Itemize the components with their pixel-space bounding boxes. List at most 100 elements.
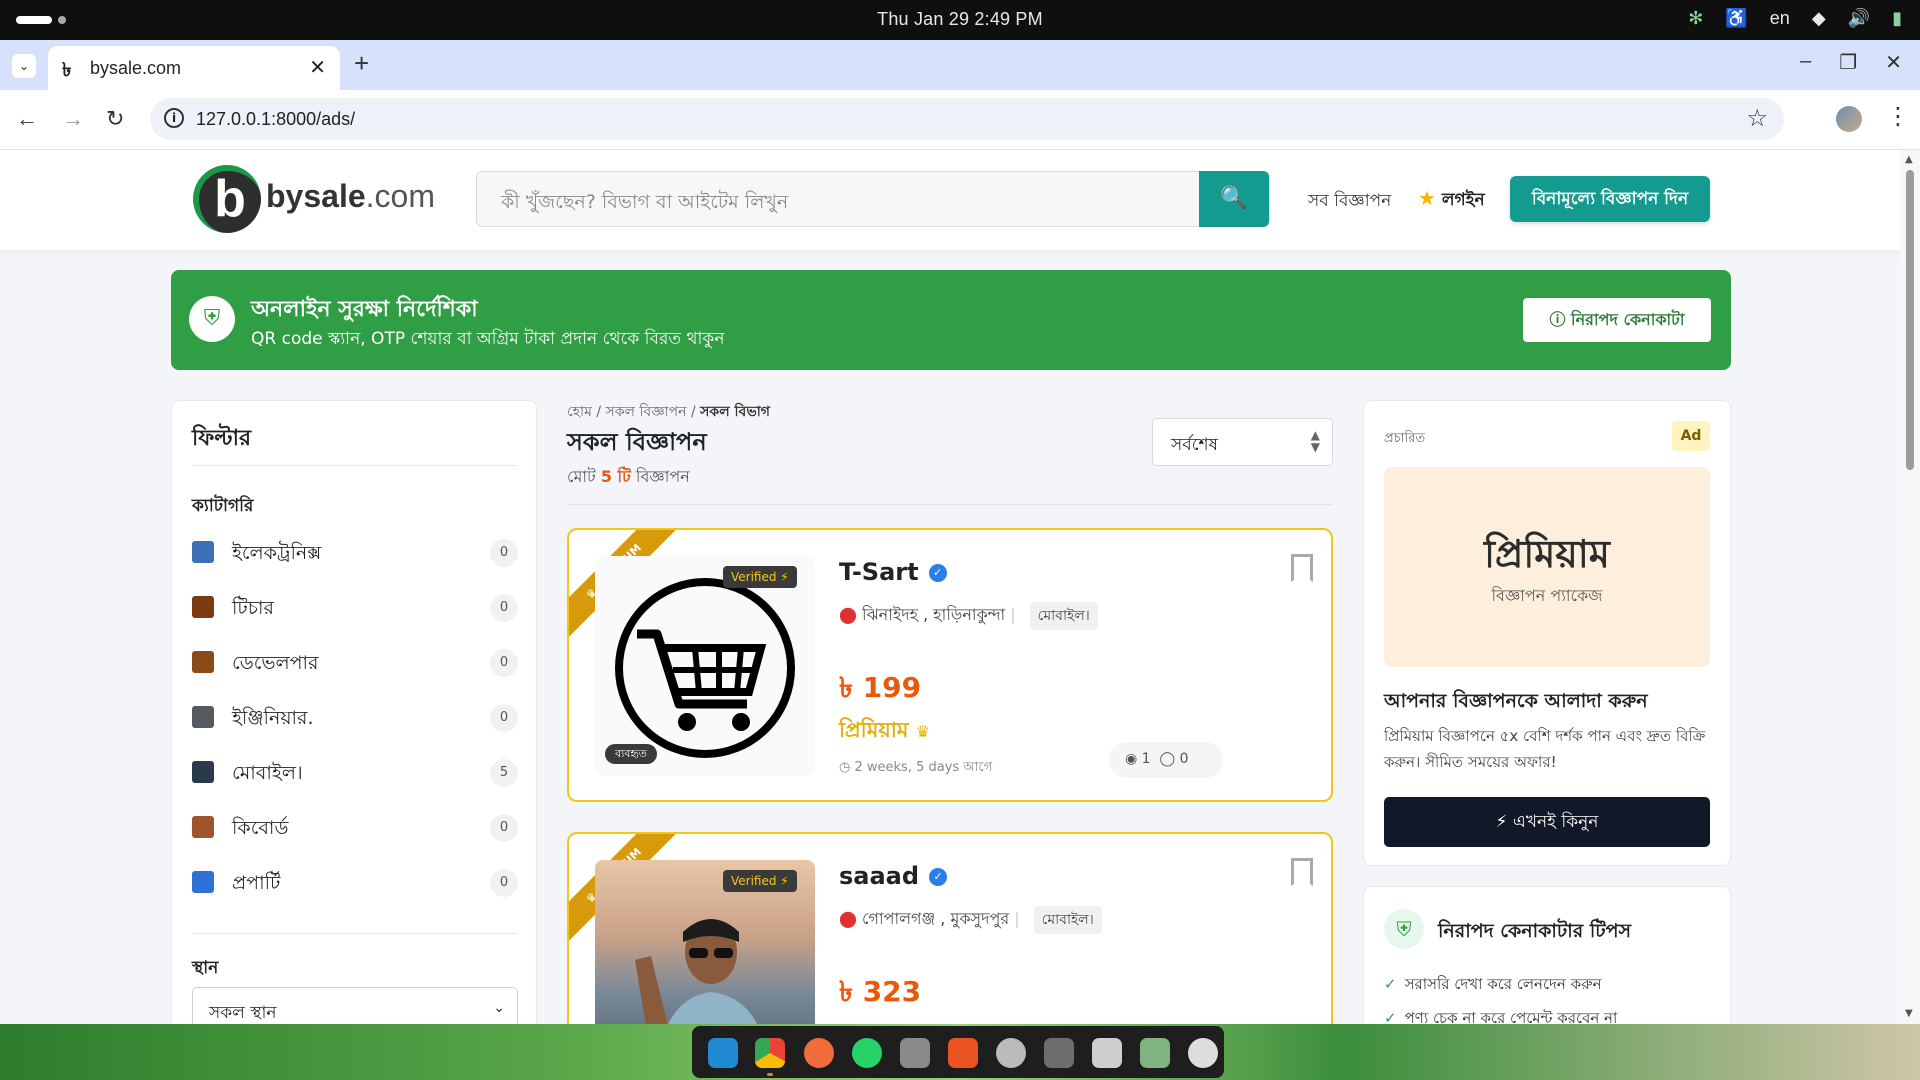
shopping-cart-icon xyxy=(615,578,795,758)
files-icon[interactable] xyxy=(900,1038,930,1068)
safe-shopping-label: নিরাপদ কেনাকাটা xyxy=(1571,310,1685,329)
wifi-icon[interactable]: ◆ xyxy=(1812,8,1826,29)
language-indicator[interactable]: en xyxy=(1770,8,1790,29)
crown-icon: ♛ xyxy=(915,722,931,741)
ad-card[interactable]: ♛ PREMIUM Verified ⚡ saaad✓ ⬤ গোপালগঞ্জ … xyxy=(567,832,1333,1024)
count-prefix: মোট xyxy=(567,467,596,486)
bookmark-icon[interactable] xyxy=(1291,858,1313,886)
ad-title[interactable]: T-Sart ✓ xyxy=(839,558,947,586)
new-tab-button[interactable]: + xyxy=(354,48,369,79)
comment-icon: ◯ xyxy=(1159,751,1176,767)
vscode-icon[interactable] xyxy=(708,1038,738,1068)
category-item[interactable]: ডেভেলপার 0 xyxy=(192,643,518,683)
safe-shopping-button[interactable]: ⓘ নিরাপদ কেনাকাটা xyxy=(1523,298,1711,342)
image-viewer-icon[interactable] xyxy=(1092,1038,1122,1068)
battery-icon[interactable]: ▮ xyxy=(1892,8,1902,29)
system-clock[interactable]: Thu Jan 29 2:49 PM xyxy=(0,9,1920,30)
ad-title[interactable]: saaad ✓ xyxy=(839,862,948,890)
browser-menu-icon[interactable]: ⋮ xyxy=(1886,102,1910,130)
category-count: 0 xyxy=(490,814,518,842)
breadcrumb-home[interactable]: হোম xyxy=(567,404,592,420)
category-item[interactable]: কিবোর্ড 0 xyxy=(192,808,518,848)
sort-select[interactable]: সর্বশেষ ▲ ▼ xyxy=(1152,418,1333,466)
shield-icon: ⛨ xyxy=(189,296,235,342)
ad-price: ৳ 323 xyxy=(839,975,922,1008)
site-logo[interactable]: bysale.com xyxy=(266,178,435,215)
close-tab-icon[interactable]: ✕ xyxy=(309,55,326,80)
check-icon: ✓ xyxy=(1384,975,1397,993)
url-text[interactable]: 127.0.0.1:8000/ads/ xyxy=(196,109,355,130)
sort-arrows-icon: ▲ ▼ xyxy=(1310,428,1320,454)
profile-avatar[interactable] xyxy=(1836,106,1862,132)
login-link[interactable]: ★ লগইন xyxy=(1418,186,1485,215)
category-icon xyxy=(192,706,214,728)
chrome-icon[interactable] xyxy=(755,1038,785,1068)
shield-icon: ⛨ xyxy=(1384,909,1424,949)
post-ad-button[interactable]: বিনামূল্যে বিজ্ঞাপন দিন xyxy=(1510,176,1710,222)
category-item[interactable]: ইলেকট্রনিক্স 0 xyxy=(192,533,518,573)
category-tag[interactable]: মোবাইল। xyxy=(1033,906,1102,934)
software-center-icon[interactable] xyxy=(948,1038,978,1068)
accessibility-icon[interactable]: ♿ xyxy=(1725,8,1747,29)
volume-icon[interactable]: 🔊 xyxy=(1848,8,1870,29)
browser-tab[interactable]: ৳ bysale.com ✕ xyxy=(48,46,340,90)
category-icon xyxy=(192,651,214,673)
scrollbar-thumb[interactable] xyxy=(1906,170,1914,470)
network-icon[interactable]: ✻ xyxy=(1688,8,1703,29)
category-icon xyxy=(192,816,214,838)
bookmark-icon[interactable] xyxy=(1291,554,1313,582)
postman-icon[interactable] xyxy=(804,1038,834,1068)
apps-grid-icon[interactable] xyxy=(1188,1038,1218,1068)
dock xyxy=(692,1026,1224,1078)
ad-card[interactable]: ♛ PREMIUM Verified ⚡ ব্যবহৃত T-Sart✓ ⬤ xyxy=(567,528,1333,802)
ssd-icon[interactable] xyxy=(1044,1038,1074,1068)
promo-box: প্রচারিত Ad প্রিমিয়াম বিজ্ঞাপন প্যাকেজ … xyxy=(1363,400,1731,866)
bookmark-star-icon[interactable]: ☆ xyxy=(1746,104,1768,132)
logo-mark[interactable]: b xyxy=(193,165,261,233)
breadcrumb-all-ads[interactable]: সকল বিজ্ঞাপন xyxy=(606,404,687,420)
scroll-down-icon[interactable]: ▼ xyxy=(1905,1008,1913,1019)
filter-title: ফিল্টার xyxy=(192,426,252,451)
reload-icon[interactable]: ↻ xyxy=(106,106,124,132)
forward-icon[interactable]: → xyxy=(62,106,84,132)
verified-badge: Verified ⚡ xyxy=(723,566,797,588)
category-icon xyxy=(192,596,214,618)
search-button[interactable]: 🔍 xyxy=(1199,171,1269,227)
tab-search-dropdown[interactable]: ⌄ xyxy=(12,54,36,78)
promo-art[interactable]: প্রিমিয়াম বিজ্ঞাপন প্যাকেজ xyxy=(1384,467,1710,667)
count-number: 5 টি xyxy=(600,467,631,486)
ad-title-text: T-Sart xyxy=(839,558,919,586)
trash-icon[interactable] xyxy=(1140,1038,1170,1068)
category-label: টিচার xyxy=(232,597,275,619)
category-tag[interactable]: মোবাইল। xyxy=(1029,602,1098,630)
location-text: ঝিনাইদহ , হাড়িনাকুন্দা xyxy=(862,605,1006,624)
settings-icon[interactable] xyxy=(996,1038,1026,1068)
location-select[interactable]: সকল স্থান ⌄ xyxy=(192,987,518,1024)
category-item[interactable]: মোবাইল। 5 xyxy=(192,753,518,793)
whatsapp-icon[interactable] xyxy=(852,1038,882,1068)
back-icon[interactable]: ← xyxy=(16,106,38,132)
ad-image[interactable] xyxy=(595,556,815,776)
category-heading: ক্যাটাগরি xyxy=(192,496,254,516)
category-item[interactable]: টিচার 0 xyxy=(192,588,518,628)
site-info-icon[interactable]: i xyxy=(164,108,184,128)
minimize-icon[interactable]: – xyxy=(1800,50,1811,75)
verified-check-icon: ✓ xyxy=(929,868,948,886)
page-scrollbar[interactable]: ▲ ▼ xyxy=(1900,150,1920,1024)
category-item[interactable]: প্রপার্টি 0 xyxy=(192,863,518,903)
category-count: 0 xyxy=(490,704,518,732)
tip-item: ✓ পণ্য চেক না করে পেমেন্ট করবেন না xyxy=(1384,1007,1617,1024)
tab-title: bysale.com xyxy=(90,58,182,78)
browser-tab-strip: ⌄ ৳ bysale.com ✕ + – ❐ ✕ xyxy=(0,40,1920,90)
close-window-icon[interactable]: ✕ xyxy=(1885,50,1902,75)
address-bar[interactable]: i 127.0.0.1:8000/ads/ ☆ xyxy=(150,98,1784,140)
category-item[interactable]: ইঞ্জিনিয়ার. 0 xyxy=(192,698,518,738)
search-input[interactable]: কী খুঁজছেন? বিভাগ বা আইটেম লিখুন xyxy=(501,188,788,220)
nav-all-ads[interactable]: সব বিজ্ঞাপন xyxy=(1308,188,1391,216)
logo-tld: .com xyxy=(365,178,435,214)
maximize-icon[interactable]: ❐ xyxy=(1839,50,1857,75)
buy-now-button[interactable]: ⚡ এখনই কিনুন xyxy=(1384,797,1710,847)
verified-check-icon: ✓ xyxy=(928,564,947,582)
ad-price: ৳ 199 xyxy=(839,671,922,704)
scroll-up-icon[interactable]: ▲ xyxy=(1905,154,1913,165)
